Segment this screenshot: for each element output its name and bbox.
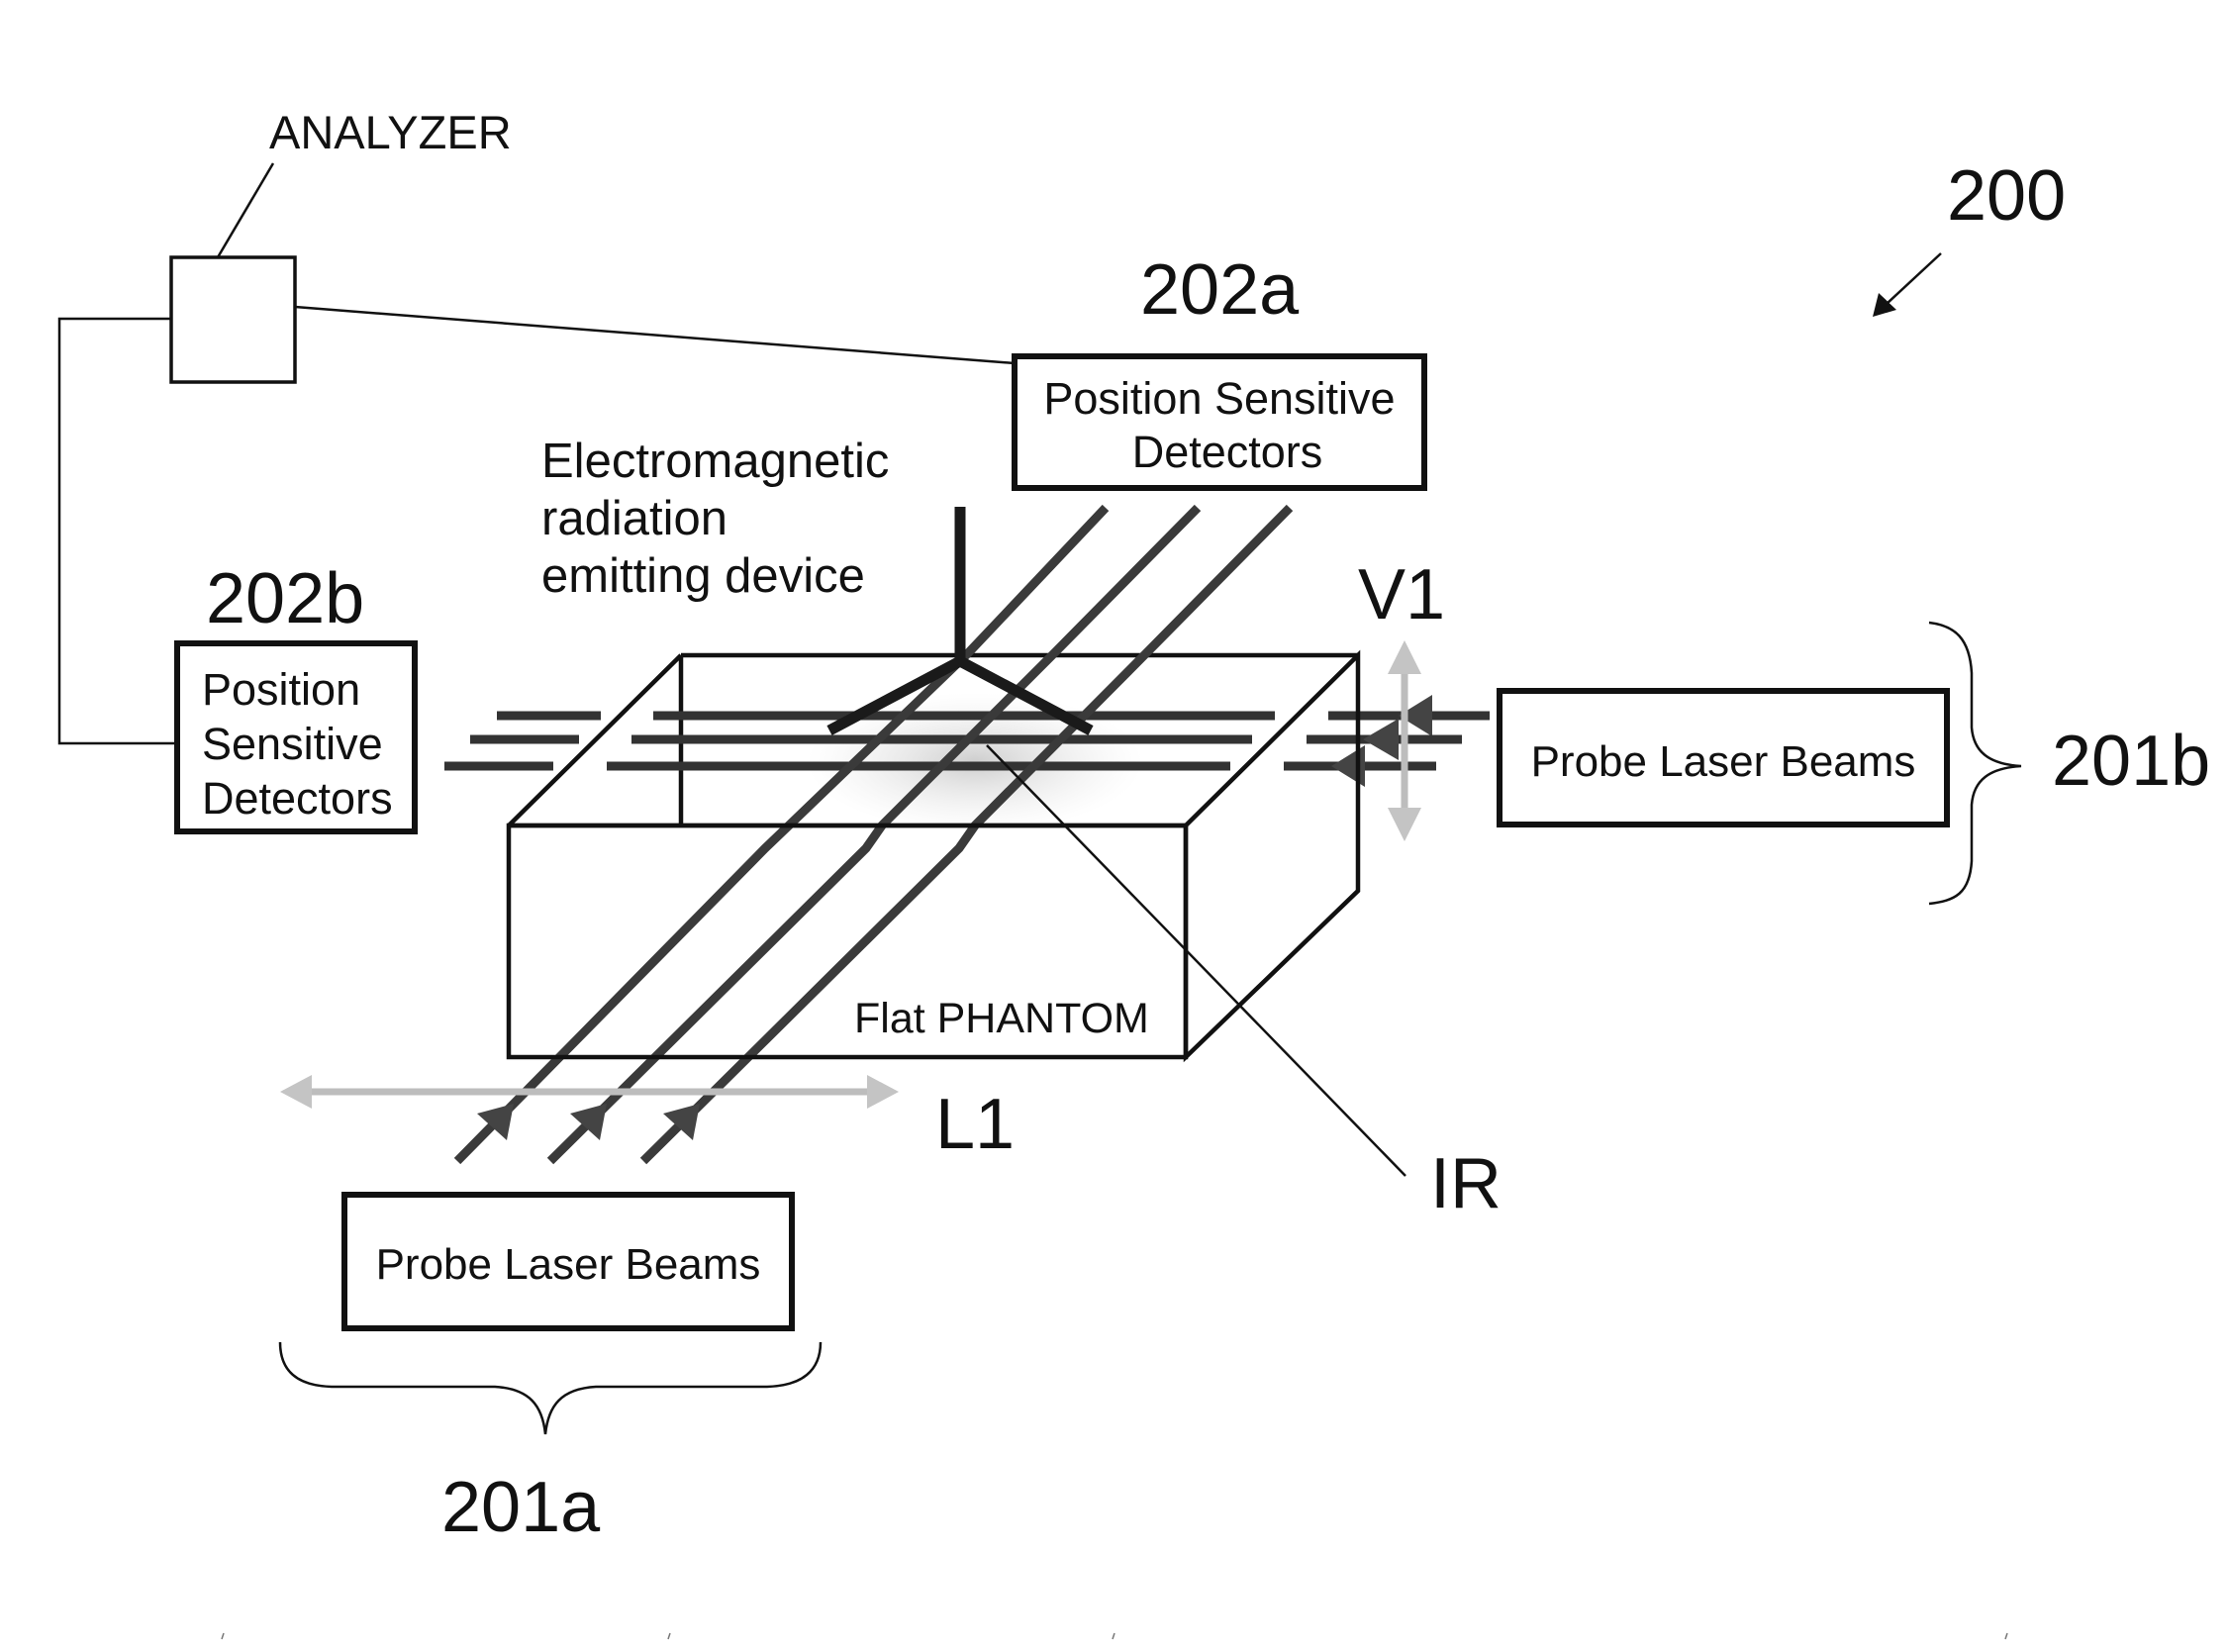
figure-reference-number: 200 [1947,156,2066,236]
analyzer-box [169,255,297,384]
scan-tick [221,1632,225,1640]
lateral-motion-indicator: L1 [280,1075,1015,1164]
detector-202a-label-line2: Detectors [1132,427,1323,477]
detector-202b: 202b Position Sensitive Detectors [174,559,418,834]
emitter-label-line1: Electromagnetic [541,435,889,488]
detector-202b-label-line1: Position [202,664,360,715]
l1-arrow-head-right [867,1075,899,1109]
beam-201a-1 [453,504,1110,1165]
detector-202b-ref: 202b [206,559,364,638]
detector-202a: 202a Position Sensitive Detectors [1012,250,1427,491]
beam-201a-2 [546,504,1202,1165]
figure-reference: 200 [1873,156,2066,317]
probe-source-201b-label: Probe Laser Beams [1531,737,1916,786]
analyzer-leader-line [216,162,275,258]
beam-201a-3 [639,504,1294,1165]
analyzer-to-202b-wire [57,317,174,745]
detector-202a-label-line1: Position Sensitive [1043,373,1395,424]
l1-label: L1 [935,1085,1015,1164]
analyzer-to-202a-wire [294,305,1016,365]
probe-source-201b: Probe Laser Beams 201b [1497,621,2210,906]
emitter-label-line2: radiation [541,492,727,545]
analyzer-label: ANALYZER [269,106,512,158]
l1-arrow-head-left [280,1075,312,1109]
scan-tick [1112,1632,1115,1640]
probe-beams-201a [453,504,1294,1165]
scan-tick [667,1632,671,1640]
probe-source-201a-brace [278,1341,823,1435]
probe-source-201a: Probe Laser Beams 201a [278,1192,823,1547]
v1-arrow-head-up [1388,640,1421,674]
diagram-canvas: ANALYZER 200 202a Position Sensitive Det… [57,106,2210,1640]
detector-202b-label-line3: Detectors [202,773,393,824]
reference-arrow-shaft [1885,252,1942,306]
v1-arrow-head-down [1388,808,1421,841]
ir-label: IR [1430,1144,1502,1223]
phantom-label: Flat PHANTOM [854,995,1149,1042]
beam-201b-2-arrowhead [1363,719,1399,760]
detector-202a-ref: 202a [1140,250,1300,330]
emitter-label: Electromagnetic radiation emitting devic… [541,435,889,603]
scan-tick [2004,1632,2008,1640]
probe-source-201a-label: Probe Laser Beams [376,1240,761,1289]
probe-source-201b-ref: 201b [2052,722,2210,801]
emitter-label-line3: emitting device [541,549,865,603]
detector-202b-label-line2: Sensitive [202,719,383,769]
scan-artifacts [221,1632,2008,1640]
v1-label: V1 [1358,555,1445,634]
probe-source-201a-ref: 201a [441,1468,601,1547]
